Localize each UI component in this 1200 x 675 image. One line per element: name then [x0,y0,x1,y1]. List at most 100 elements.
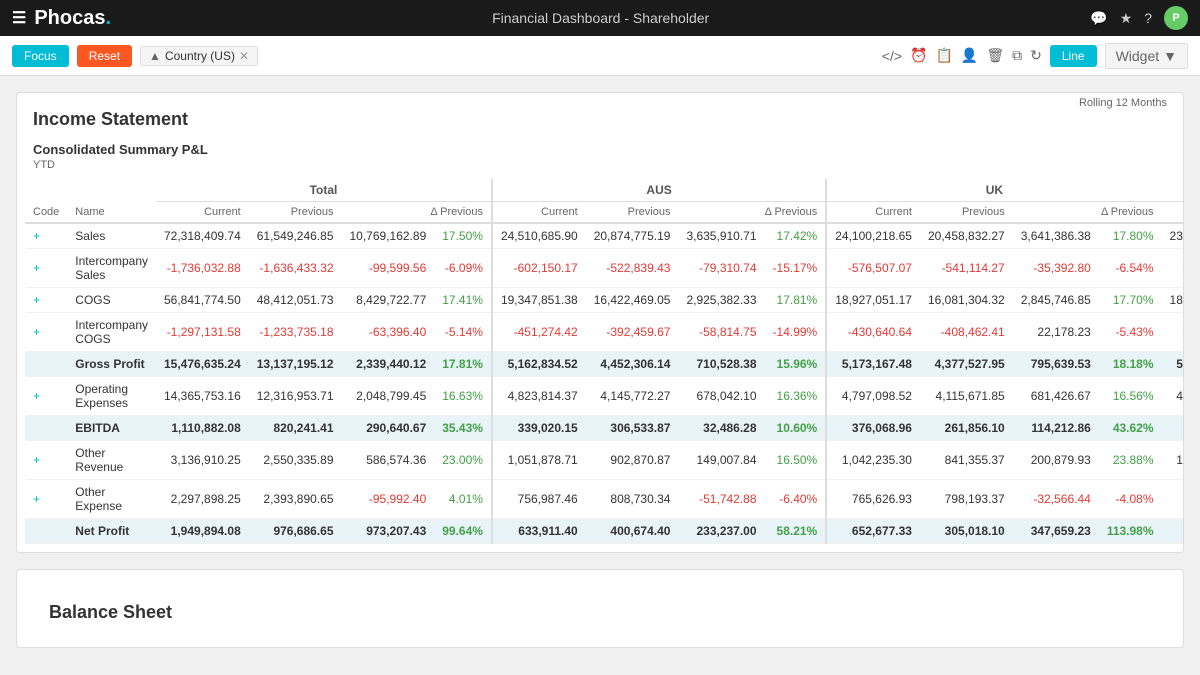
topbar: ☰ Phocas. Financial Dashboard - Sharehol… [0,0,1200,36]
consolidated-subtitle: Consolidated Summary P&L [17,138,224,159]
extra-current: 5,140,633.24 [1162,352,1183,377]
extra-current: 663,305.35 [1162,519,1183,544]
row-name: COGS [67,288,156,313]
export-icon[interactable]: 📋 [935,47,952,64]
uk-pct: 16.56% [1099,377,1162,416]
uk-delta-header: Δ Previous [1013,202,1162,224]
focus-button[interactable]: Focus [12,45,69,67]
aus-previous: 808,730.34 [586,480,679,519]
extra-current: -415,216.52 [1162,313,1183,352]
aus-delta: 149,007.84 [678,441,764,480]
row-code[interactable]: + [25,223,67,249]
row-name: Intercompany COGS [67,313,156,352]
total-current: 14,365,753.16 [156,377,249,416]
widget-button[interactable]: Widget ▼ [1105,43,1188,69]
extra-current-header: Current [1162,202,1183,224]
expand-icon[interactable]: + [33,229,40,243]
uk-previous: 4,115,671.85 [920,377,1013,416]
user-icon[interactable]: 👤 [961,47,978,64]
row-code[interactable]: + [25,480,67,519]
aus-current: 339,020.15 [492,416,586,441]
expand-icon[interactable]: + [33,325,40,339]
total-pct: -5.14% [434,313,492,352]
trash-icon[interactable]: 🗑 [986,47,1004,64]
row-code[interactable]: + [25,441,67,480]
logo-dot: . [106,7,112,29]
table-row: + Operating Expenses 14,365,753.16 12,31… [25,377,1183,416]
uk-delta: 22,178.23 [1013,313,1099,352]
row-code[interactable]: + [25,313,67,352]
uk-previous: -408,462.41 [920,313,1013,352]
row-code[interactable]: + [25,249,67,288]
hamburger-icon[interactable]: ☰ [12,8,26,28]
aus-previous: 16,422,469.05 [586,288,679,313]
uk-previous: 261,856.10 [920,416,1013,441]
total-previous: 13,137,195.12 [249,352,342,377]
total-previous: 820,241.41 [249,416,342,441]
total-delta: 290,640.67 [342,416,435,441]
uk-previous: -541,114.27 [920,249,1013,288]
row-name: Other Expense [67,480,156,519]
help-icon[interactable]: ? [1144,10,1152,26]
expand-icon[interactable]: + [33,293,40,307]
uk-current: 24,100,218.65 [826,223,920,249]
uk-current: 18,927,051.17 [826,288,920,313]
aus-pct: 58.21% [765,519,827,544]
star-icon[interactable]: ★ [1120,10,1133,27]
table-row: + COGS 56,841,774.50 48,412,051.73 8,429… [25,288,1183,313]
uk-current: 5,173,167.48 [826,352,920,377]
extra-header [1162,179,1183,202]
reset-button[interactable]: Reset [77,45,132,67]
uk-current: -430,640.64 [826,313,920,352]
total-pct: 35.43% [434,416,492,441]
expand-icon[interactable]: + [33,389,40,403]
row-code[interactable]: + [25,377,67,416]
avatar[interactable]: P [1164,6,1188,30]
copy-icon[interactable]: ⧉ [1012,47,1022,64]
aus-current: 19,347,851.38 [492,288,586,313]
aus-pct: 16.50% [765,441,827,480]
total-delta: 2,339,440.12 [342,352,435,377]
uk-group-header: UK [826,179,1161,202]
total-delta: -99,599.56 [342,249,435,288]
aus-current: -602,150.17 [492,249,586,288]
aus-pct: 10.60% [765,416,827,441]
aus-previous: 4,452,306.14 [586,352,679,377]
total-pct: 16.63% [434,377,492,416]
aus-current: 5,162,834.52 [492,352,586,377]
total-current: 1,110,882.08 [156,416,249,441]
row-code[interactable]: + [25,288,67,313]
group-header-row: Total AUS UK [25,179,1183,202]
chat-icon[interactable]: 💬 [1090,10,1107,27]
row-name: EBITDA [67,416,156,441]
uk-delta: -35,392.80 [1013,249,1099,288]
uk-delta: 200,879.93 [1013,441,1099,480]
refresh-icon[interactable]: ↻ [1030,47,1042,64]
uk-previous: 16,081,304.32 [920,288,1013,313]
aus-previous: -522,839.43 [586,249,679,288]
uk-current: 1,042,235.30 [826,441,920,480]
total-current: 3,136,910.25 [156,441,249,480]
total-pct: 4.01% [434,480,492,519]
clock-icon[interactable]: ⏰ [910,47,927,64]
total-delta: 973,207.43 [342,519,435,544]
row-code [25,352,67,377]
row-name: Intercompany Sales [67,249,156,288]
aus-pct: -6.40% [765,480,827,519]
filter-close-icon[interactable]: ✕ [239,49,249,63]
aus-current: 4,823,814.37 [492,377,586,416]
uk-pct: 113.98% [1099,519,1162,544]
page-title: Financial Dashboard - Shareholder [492,10,709,26]
expand-icon[interactable]: + [33,492,40,506]
expand-icon[interactable]: + [33,261,40,275]
code-icon[interactable]: </> [882,48,902,64]
code-col-header: Code [25,202,67,224]
uk-delta: 795,639.53 [1013,352,1099,377]
aus-current: 756,987.46 [492,480,586,519]
table-row: + Other Revenue 3,136,910.25 2,550,335.8… [25,441,1183,480]
filter-tag[interactable]: ▲ Country (US) ✕ [140,46,258,66]
line-button[interactable]: Line [1050,45,1097,67]
toolbar-right: </> ⏰ 📋 👤 🗑 ⧉ ↻ Line Widget ▼ [882,43,1188,69]
name-col-header: Name [67,202,156,224]
expand-icon[interactable]: + [33,453,40,467]
